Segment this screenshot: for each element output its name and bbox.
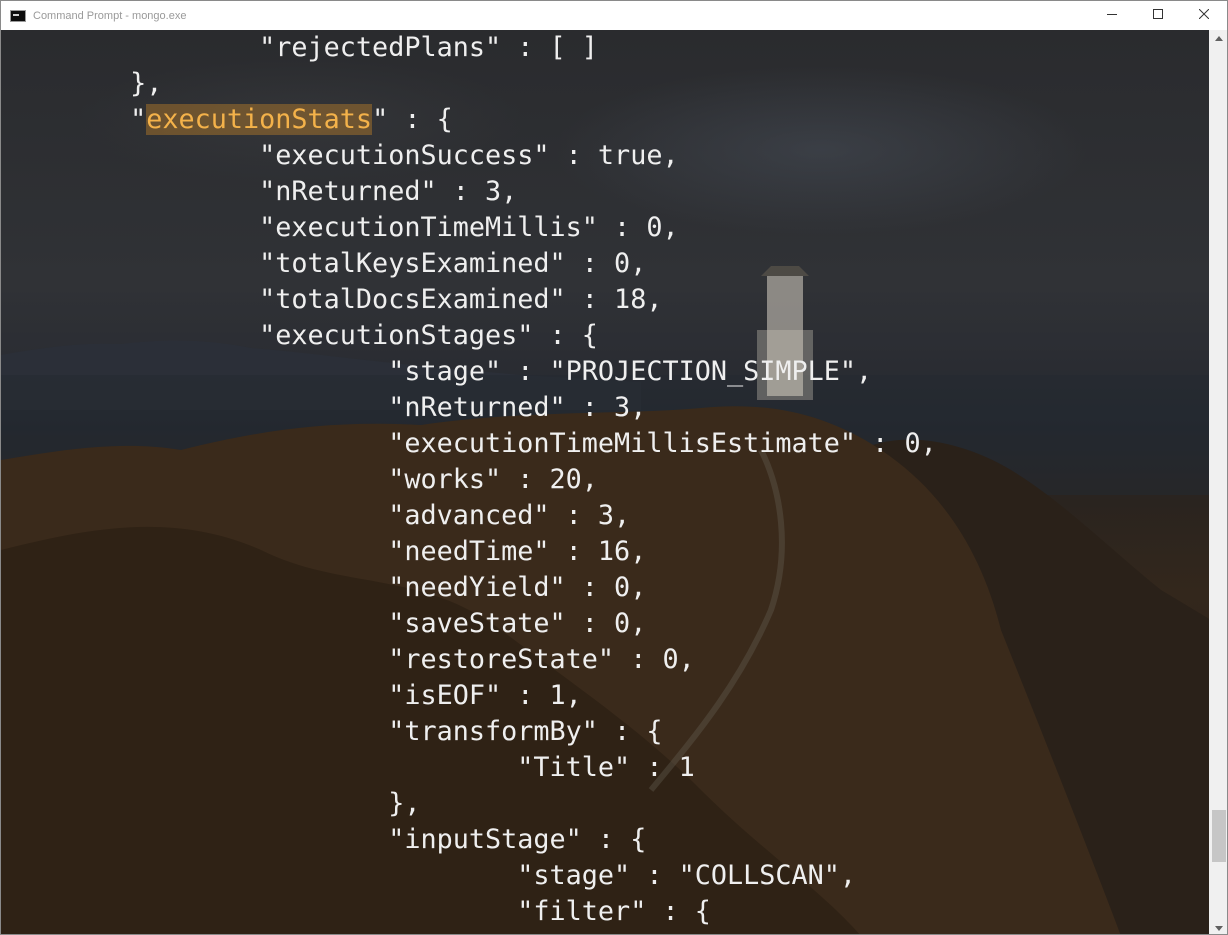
console-line: "stage" : "COLLSCAN", (1, 860, 857, 891)
console-line: }, (1, 788, 421, 819)
console-line: "restoreState" : 0, (1, 644, 695, 675)
console-line: "saveState" : 0, (1, 608, 647, 639)
minimize-icon (1107, 14, 1117, 15)
console-line: "executionStats" : { (1, 104, 453, 135)
console-line: "rejectedPlans" : [ ] (1, 32, 598, 63)
vertical-scrollbar[interactable] (1209, 30, 1227, 934)
minimize-button[interactable] (1089, 1, 1135, 27)
console-line: }, (1, 68, 163, 99)
console-line: "needTime" : 16, (1, 536, 647, 567)
console-line: "needYield" : 0, (1, 572, 647, 603)
maximize-button[interactable] (1135, 1, 1181, 27)
close-button[interactable] (1181, 1, 1227, 27)
console-area[interactable]: "rejectedPlans" : [ ] }, "executionStats… (1, 30, 1211, 934)
window-title: Command Prompt - mongo.exe (33, 9, 187, 22)
search-highlight: executionStats (146, 104, 373, 135)
console-line: "stage" : "PROJECTION_SIMPLE", (1, 356, 873, 387)
console-line: "isEOF" : 1, (1, 680, 582, 711)
console-line: "inputStage" : { (1, 824, 647, 855)
console-line: "totalDocsExamined" : 18, (1, 284, 663, 315)
scroll-down-arrow-icon[interactable] (1211, 920, 1227, 934)
console-line: "transformBy" : { (1, 716, 663, 747)
console-line: "filter" : { (1, 896, 711, 927)
console-line: "works" : 20, (1, 464, 598, 495)
console-line: "Title" : 1 (1, 752, 695, 783)
console-line: "nReturned" : 3, (1, 392, 647, 423)
console-line: "executionSuccess" : true, (1, 140, 679, 171)
console-line: "executionTimeMillisEstimate" : 0, (1, 428, 937, 459)
command-prompt-window: Command Prompt - mongo.exe "rejectedPlan… (0, 0, 1228, 935)
console-output: "rejectedPlans" : [ ] }, "executionStats… (1, 30, 937, 930)
console-icon[interactable] (10, 9, 26, 22)
close-icon (1199, 9, 1209, 19)
scrollbar-thumb[interactable] (1212, 810, 1226, 862)
console-line: "nReturned" : 3, (1, 176, 518, 207)
console-line: "executionStages" : { (1, 320, 598, 351)
scroll-up-arrow-icon[interactable] (1211, 30, 1227, 46)
window-controls (1089, 1, 1227, 30)
console-line: "totalKeysExamined" : 0, (1, 248, 647, 279)
title-bar[interactable]: Command Prompt - mongo.exe (1, 1, 1227, 30)
maximize-icon (1153, 9, 1163, 19)
console-line: "advanced" : 3, (1, 500, 631, 531)
console-line: "executionTimeMillis" : 0, (1, 212, 679, 243)
